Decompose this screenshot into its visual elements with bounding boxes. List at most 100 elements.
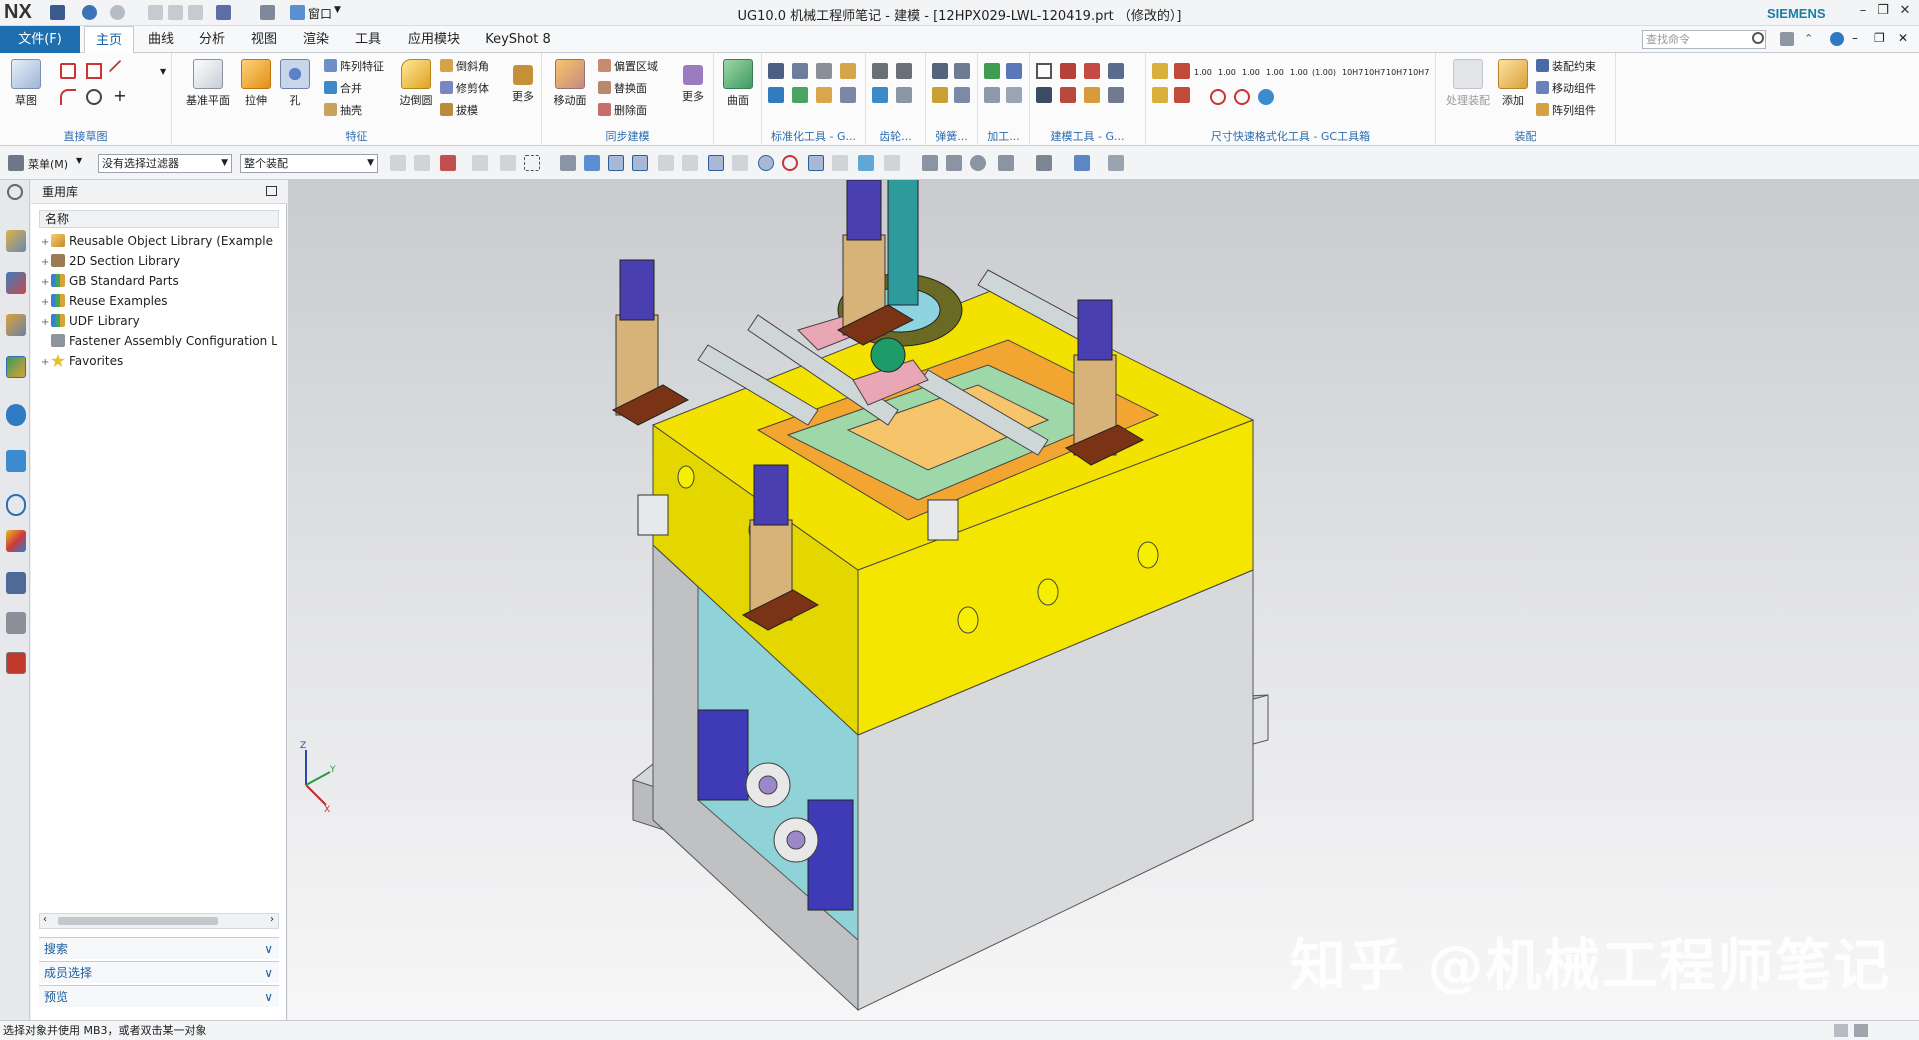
status-icon-2[interactable] [1854,1024,1868,1037]
feature-more-button[interactable]: 更多 [508,59,538,104]
snap-icon-6[interactable] [682,155,698,171]
snap-icon-8[interactable] [732,155,748,171]
snap-icon-3[interactable] [608,155,624,171]
tree-item[interactable]: + Reuse Examples [41,291,277,311]
tab-application[interactable]: 应用模块 [398,26,470,53]
machining-icon-3[interactable] [984,87,1000,103]
horizontal-scrollbar[interactable]: ‹ › [39,913,279,929]
scroll-right-icon[interactable]: › [270,914,274,925]
roles-icon[interactable] [6,612,26,634]
dim-format-2[interactable]: 1.00 [1218,65,1236,81]
snap-icon-14[interactable] [884,155,900,171]
dim-tool-icon-3[interactable] [1174,63,1190,79]
refresh-icon[interactable] [1258,89,1274,105]
tab-tools[interactable]: 工具 [344,26,392,53]
file-menu-tab[interactable]: 文件(F) [0,26,80,53]
tree-item[interactable]: +2D Section Library [41,251,277,271]
unite-button[interactable]: 合并 [324,81,362,97]
add-component-button[interactable]: 添加 [1498,59,1528,108]
help-icon[interactable] [1830,32,1844,46]
trim-body-button[interactable]: 修剪体 [440,81,489,97]
scrollbar-thumb[interactable] [58,917,218,925]
sketch-button[interactable]: 草图 [6,59,46,108]
build-tool-icon-7[interactable] [1084,87,1100,103]
std-tool-icon-5[interactable] [768,87,784,103]
minimize-button[interactable]: – [1852,3,1874,21]
expand-icon[interactable]: + [41,353,51,371]
doc-close-button[interactable]: ✕ [1898,31,1908,45]
move-component-button[interactable]: 移动组件 [1536,81,1596,97]
std-tool-icon-4[interactable] [840,63,856,79]
process-assembly-button[interactable]: 处理装配 [1444,59,1492,108]
std-tool-icon-8[interactable] [840,87,856,103]
doc-restore-button[interactable]: ❐ [1874,31,1885,45]
delete-face-button[interactable]: 删除面 [598,103,647,119]
replace-face-button[interactable]: 替换面 [598,81,647,97]
std-tool-icon-1[interactable] [768,63,784,79]
maximize-panel-icon[interactable] [266,186,277,196]
doc-minimize-button[interactable]: – [1852,31,1858,45]
machining-icon-2[interactable] [1006,63,1022,79]
snap-icon-12[interactable] [832,155,848,171]
tab-view[interactable]: 视图 [240,26,288,53]
spring-icon-2[interactable] [954,63,970,79]
search-section[interactable]: 搜索 ∨ [39,937,279,959]
search-icon[interactable] [1752,32,1764,44]
snap-icon-5[interactable] [658,155,674,171]
menu-icon[interactable] [8,155,24,171]
view-icon-4[interactable] [998,155,1014,171]
snap-icon-1[interactable] [560,155,576,171]
std-tool-icon-6[interactable] [792,87,808,103]
selection-options-icon[interactable] [1108,155,1124,171]
move-face-button[interactable]: 移动面 [550,59,590,108]
dim-format-3[interactable]: 1.00 [1242,65,1260,81]
spring-icon-3[interactable] [932,87,948,103]
select-tool-icon-1[interactable] [390,155,406,171]
dim-tool-icon-4[interactable] [1174,87,1190,103]
point-icon[interactable]: + [112,88,128,105]
expand-icon[interactable]: + [41,313,51,331]
circle-icon[interactable] [86,89,102,105]
clock-icon[interactable] [6,494,26,516]
edge-blend-button[interactable]: 边倒圆 [396,59,436,108]
view-icon-1[interactable] [922,155,938,171]
column-header-name[interactable]: 名称 [39,210,279,228]
select-tool-icon-5[interactable] [500,155,516,171]
tab-home[interactable]: 主页 [84,26,134,53]
build-tool-icon-6[interactable] [1060,87,1076,103]
surface-button[interactable]: 曲面 [720,59,756,108]
hole-button[interactable]: 孔 [280,59,310,108]
build-tool-icon-4[interactable] [1108,63,1124,79]
dim-format-4[interactable]: 1.00 [1266,65,1284,81]
preview-section[interactable]: 预览 ∨ [39,985,279,1007]
build-tool-icon-5[interactable] [1036,87,1052,103]
graphics-window[interactable]: Z X Y 知乎 @机械工程师笔记 [288,180,1919,1020]
select-tool-icon-3[interactable] [440,155,456,171]
tab-render[interactable]: 渲染 [292,26,340,53]
chamfer-button[interactable]: 倒斜角 [440,59,489,75]
gear-icon[interactable] [872,63,888,79]
snap-icon-10[interactable] [782,155,798,171]
tab-curve[interactable]: 曲线 [138,26,184,53]
dim-format-7[interactable]: 10H7 [1342,65,1363,81]
build-tool-icon-2[interactable] [1060,63,1076,79]
build-tool-icon-8[interactable] [1108,87,1124,103]
sketch-more-chevron-down-icon[interactable]: ▼ [160,67,166,76]
assembly-constraint-button[interactable]: 装配约束 [1536,59,1596,75]
close-button[interactable]: ✕ [1894,3,1916,21]
tree-item[interactable]: + GB Standard Parts [41,271,277,291]
mold-assembly-model[interactable]: Z X Y [288,180,1919,1020]
main-menu-button[interactable]: 菜单(M) [28,156,68,172]
triangle-icon[interactable] [1036,63,1052,79]
std-tool-icon-3[interactable] [816,63,832,79]
assembly-navigator-icon[interactable] [6,230,26,252]
snap-icon-11[interactable] [808,155,824,171]
history-icon[interactable] [6,450,26,472]
gear-icon-3[interactable] [872,87,888,103]
view-icon-2[interactable] [946,155,962,171]
gear-icon-4[interactable] [896,87,912,103]
std-tool-icon-7[interactable] [816,87,832,103]
lasso-select-icon[interactable] [524,155,540,171]
internet-explorer-icon[interactable] [6,404,26,426]
expand-icon[interactable]: + [41,253,51,271]
